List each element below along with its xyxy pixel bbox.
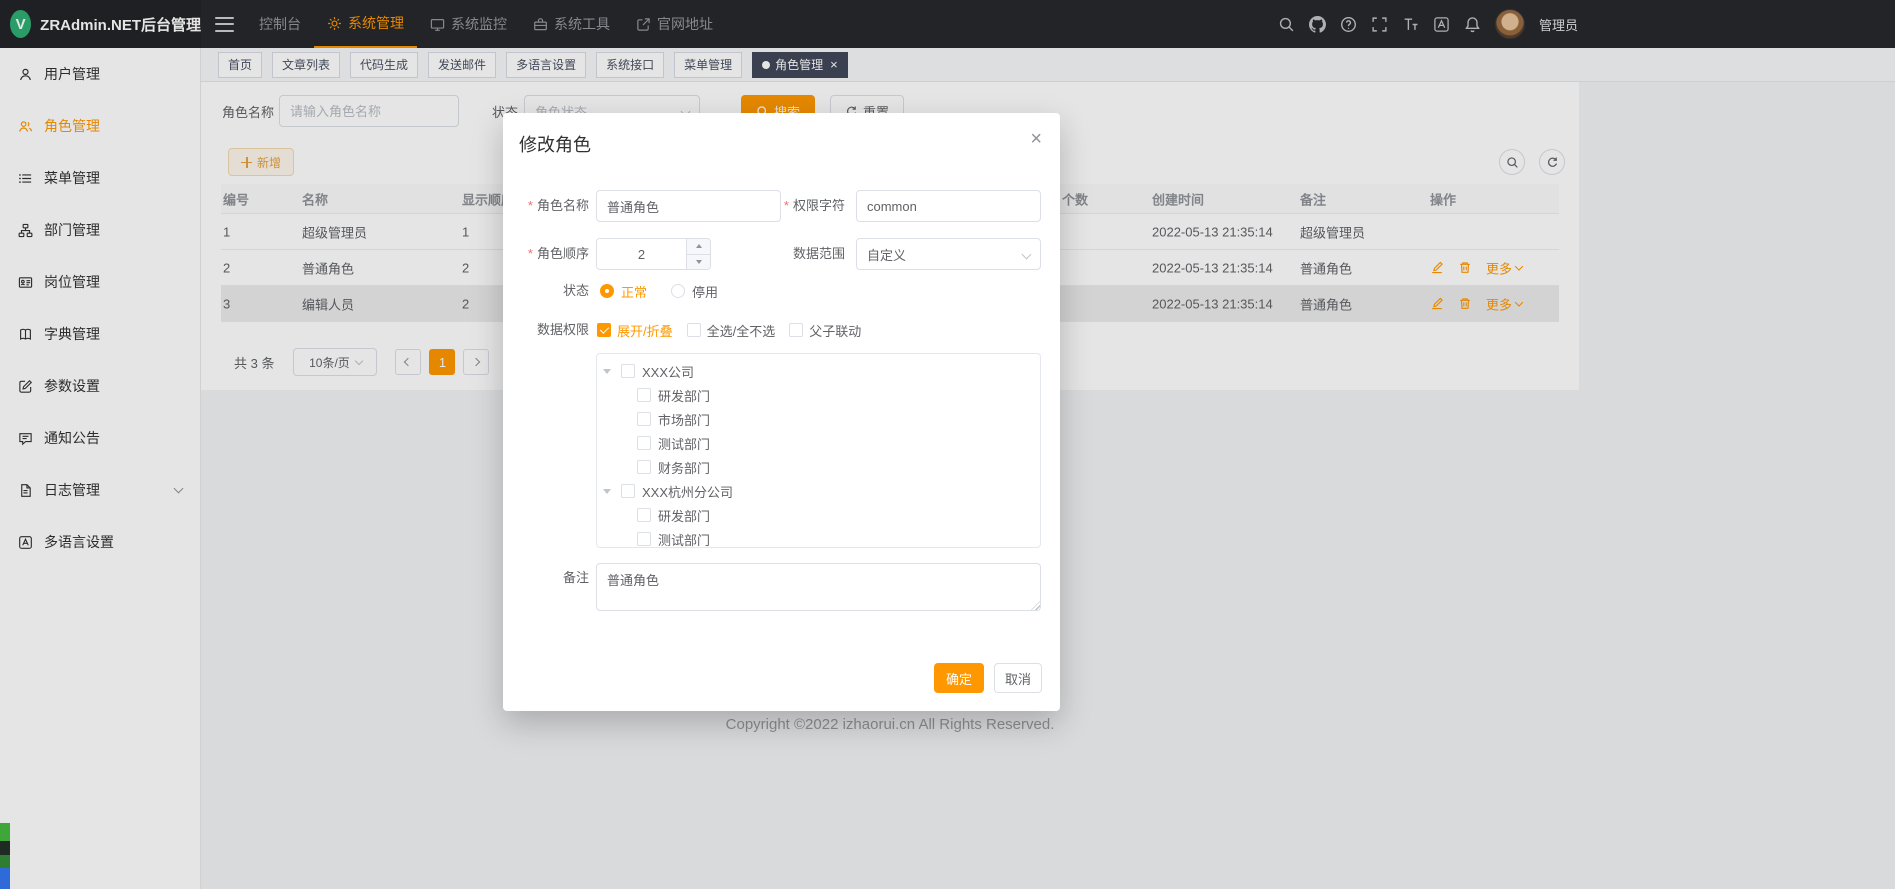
checkbox-icon[interactable]	[637, 436, 651, 450]
role-sort-label: *角色顺序	[503, 238, 589, 270]
checkbox-icon[interactable]	[637, 388, 651, 402]
edit-role-dialog: 修改角色 × *角色名称 *权限字符 *角色顺序 数据范围 自定义 状态 正常	[503, 113, 1060, 711]
required-star: *	[528, 246, 533, 261]
caret-down-icon[interactable]	[603, 369, 611, 374]
role-sort-input[interactable]	[597, 239, 686, 269]
role-key-label: *权限字符	[759, 190, 845, 222]
tree-node-label: 研发部门	[658, 506, 710, 525]
role-name-label: *角色名称	[503, 190, 589, 222]
select-all-checkbox[interactable]: 全选/全不选	[687, 321, 776, 340]
checkbox-icon[interactable]	[621, 364, 635, 378]
parent-child-link-label: 父子联动	[809, 321, 861, 340]
tree-node-label: 研发部门	[658, 386, 710, 405]
expand-collapse-checkbox[interactable]: 展开/折叠	[597, 321, 673, 340]
checkbox-icon[interactable]	[637, 460, 651, 474]
tree-node[interactable]: 市场部门	[597, 407, 1040, 431]
tree-node-label: 市场部门	[658, 410, 710, 429]
confirm-button[interactable]: 确定	[934, 663, 984, 693]
data-scope-value: 自定义	[867, 245, 906, 264]
role-sort-stepper	[596, 238, 711, 270]
checkbox-icon[interactable]	[637, 508, 651, 522]
stepper-controls	[686, 239, 710, 269]
remark-label: 备注	[503, 563, 589, 593]
status-label: 状态	[503, 282, 589, 300]
tree-node[interactable]: 测试部门	[597, 431, 1040, 455]
expand-collapse-label: 展开/折叠	[617, 321, 673, 340]
radio-checked-icon	[600, 284, 614, 298]
data-scope-label: 数据范围	[759, 238, 845, 270]
dialog-title: 修改角色	[519, 131, 591, 157]
app-window: V ZRAdmin.NET后台管理 控制台 系统管理 系统监控 系统工具 官网地	[0, 0, 1895, 889]
required-star: *	[528, 198, 533, 213]
increase-button[interactable]	[687, 239, 710, 255]
checkbox-icon	[789, 323, 803, 337]
close-icon[interactable]: ×	[1030, 129, 1042, 149]
cancel-button[interactable]: 取消	[994, 663, 1042, 693]
caret-down-icon	[696, 260, 702, 264]
radio-normal-label: 正常	[621, 282, 647, 301]
role-name-input[interactable]	[596, 190, 781, 222]
status-radio-group: 正常 停用	[600, 282, 718, 300]
tree-node[interactable]: 研发部门	[597, 503, 1040, 527]
required-star: *	[784, 198, 789, 213]
tree-node-label: 测试部门	[658, 530, 710, 549]
tree-node-label: 测试部门	[658, 434, 710, 453]
checkbox-icon[interactable]	[637, 412, 651, 426]
checkbox-icon[interactable]	[637, 532, 651, 546]
tree-node[interactable]: XXX公司	[597, 359, 1040, 383]
chevron-down-icon	[1022, 249, 1032, 259]
radio-unchecked-icon	[671, 284, 685, 298]
select-all-label: 全选/全不选	[707, 321, 776, 340]
permission-tree: XXX公司 研发部门 市场部门 测试部门 财务部门 XXX杭州分公司 研发部门 …	[596, 353, 1041, 548]
tree-node-label: XXX公司	[642, 362, 694, 381]
tree-node-label: XXX杭州分公司	[642, 482, 733, 501]
screen-corner-widget	[0, 823, 10, 889]
data-permission-label: 数据权限	[503, 321, 589, 339]
checkbox-icon[interactable]	[621, 484, 635, 498]
tree-node[interactable]: XXX杭州分公司	[597, 479, 1040, 503]
parent-child-link-checkbox[interactable]: 父子联动	[789, 321, 861, 340]
data-scope-select[interactable]: 自定义	[856, 238, 1041, 270]
checkbox-checked-icon	[597, 323, 611, 337]
role-key-input[interactable]	[856, 190, 1041, 222]
tree-node[interactable]: 研发部门	[597, 383, 1040, 407]
tree-node-label: 财务部门	[658, 458, 710, 477]
tree-node[interactable]: 测试部门	[597, 527, 1040, 548]
checkbox-icon	[687, 323, 701, 337]
decrease-button[interactable]	[687, 255, 710, 270]
tree-node[interactable]: 财务部门	[597, 455, 1040, 479]
remark-textarea[interactable]: 普通角色	[596, 563, 1041, 611]
radio-disabled-label: 停用	[692, 282, 718, 301]
radio-normal[interactable]: 正常	[600, 282, 647, 301]
caret-down-icon[interactable]	[603, 489, 611, 494]
permission-options: 展开/折叠 全选/全不选 父子联动	[597, 321, 861, 339]
radio-disabled[interactable]: 停用	[671, 282, 718, 301]
caret-up-icon	[696, 244, 702, 248]
